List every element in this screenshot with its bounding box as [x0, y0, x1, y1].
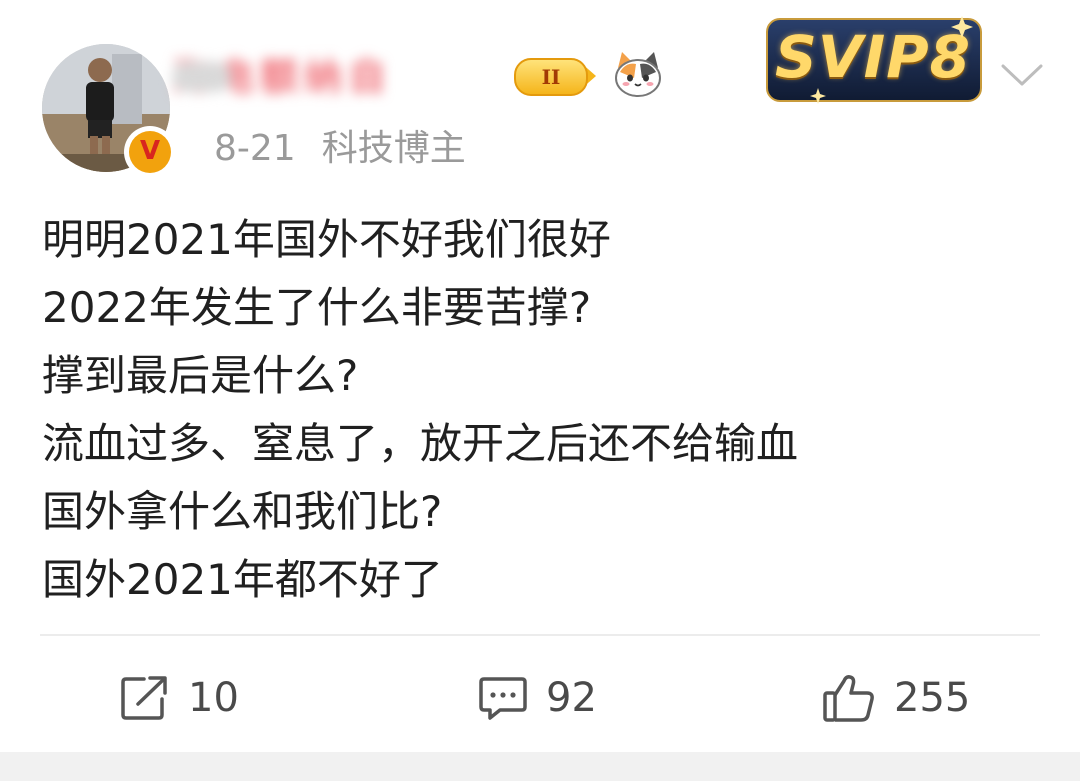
like-count: 255: [894, 675, 971, 721]
post-line: 国外拿什么和我们比?: [42, 487, 443, 536]
username[interactable]: 海电额纳自: [172, 54, 522, 100]
like-button[interactable]: 255: [822, 668, 970, 728]
comment-button[interactable]: 92: [478, 668, 597, 728]
post-body[interactable]: 明明2021年国外不好我们很好 2022年发生了什么非要苦撑? 撑到最后是什么?…: [42, 206, 1042, 614]
verified-v-icon: V: [124, 126, 176, 178]
repost-icon: [121, 676, 167, 720]
post-line: 国外2021年都不好了: [42, 555, 443, 604]
svip-badge-icon[interactable]: SVIP8: [762, 12, 984, 104]
comment-icon: [479, 677, 527, 720]
like-icon: [823, 675, 874, 722]
post-date: 8-21: [214, 128, 296, 169]
divider: [40, 634, 1040, 636]
post-source: 科技博主: [321, 128, 466, 169]
level-badge-icon[interactable]: II: [514, 56, 600, 96]
post-line: 撑到最后是什么?: [42, 351, 359, 400]
repost-button[interactable]: 10: [120, 668, 239, 728]
comment-count: 92: [546, 675, 597, 721]
post-line: 流血过多、窒息了，放开之后还不给输血: [42, 419, 799, 468]
cat-emoji-icon[interactable]: [612, 48, 664, 100]
repost-count: 10: [188, 675, 239, 721]
post-line: 明明2021年国外不好我们很好: [42, 215, 611, 264]
chevron-down-icon[interactable]: [1000, 60, 1044, 90]
post-line: 2022年发生了什么非要苦撑?: [42, 283, 592, 332]
post-meta: 8-21 科技博主: [214, 126, 466, 172]
bottom-separator: [0, 752, 1080, 781]
